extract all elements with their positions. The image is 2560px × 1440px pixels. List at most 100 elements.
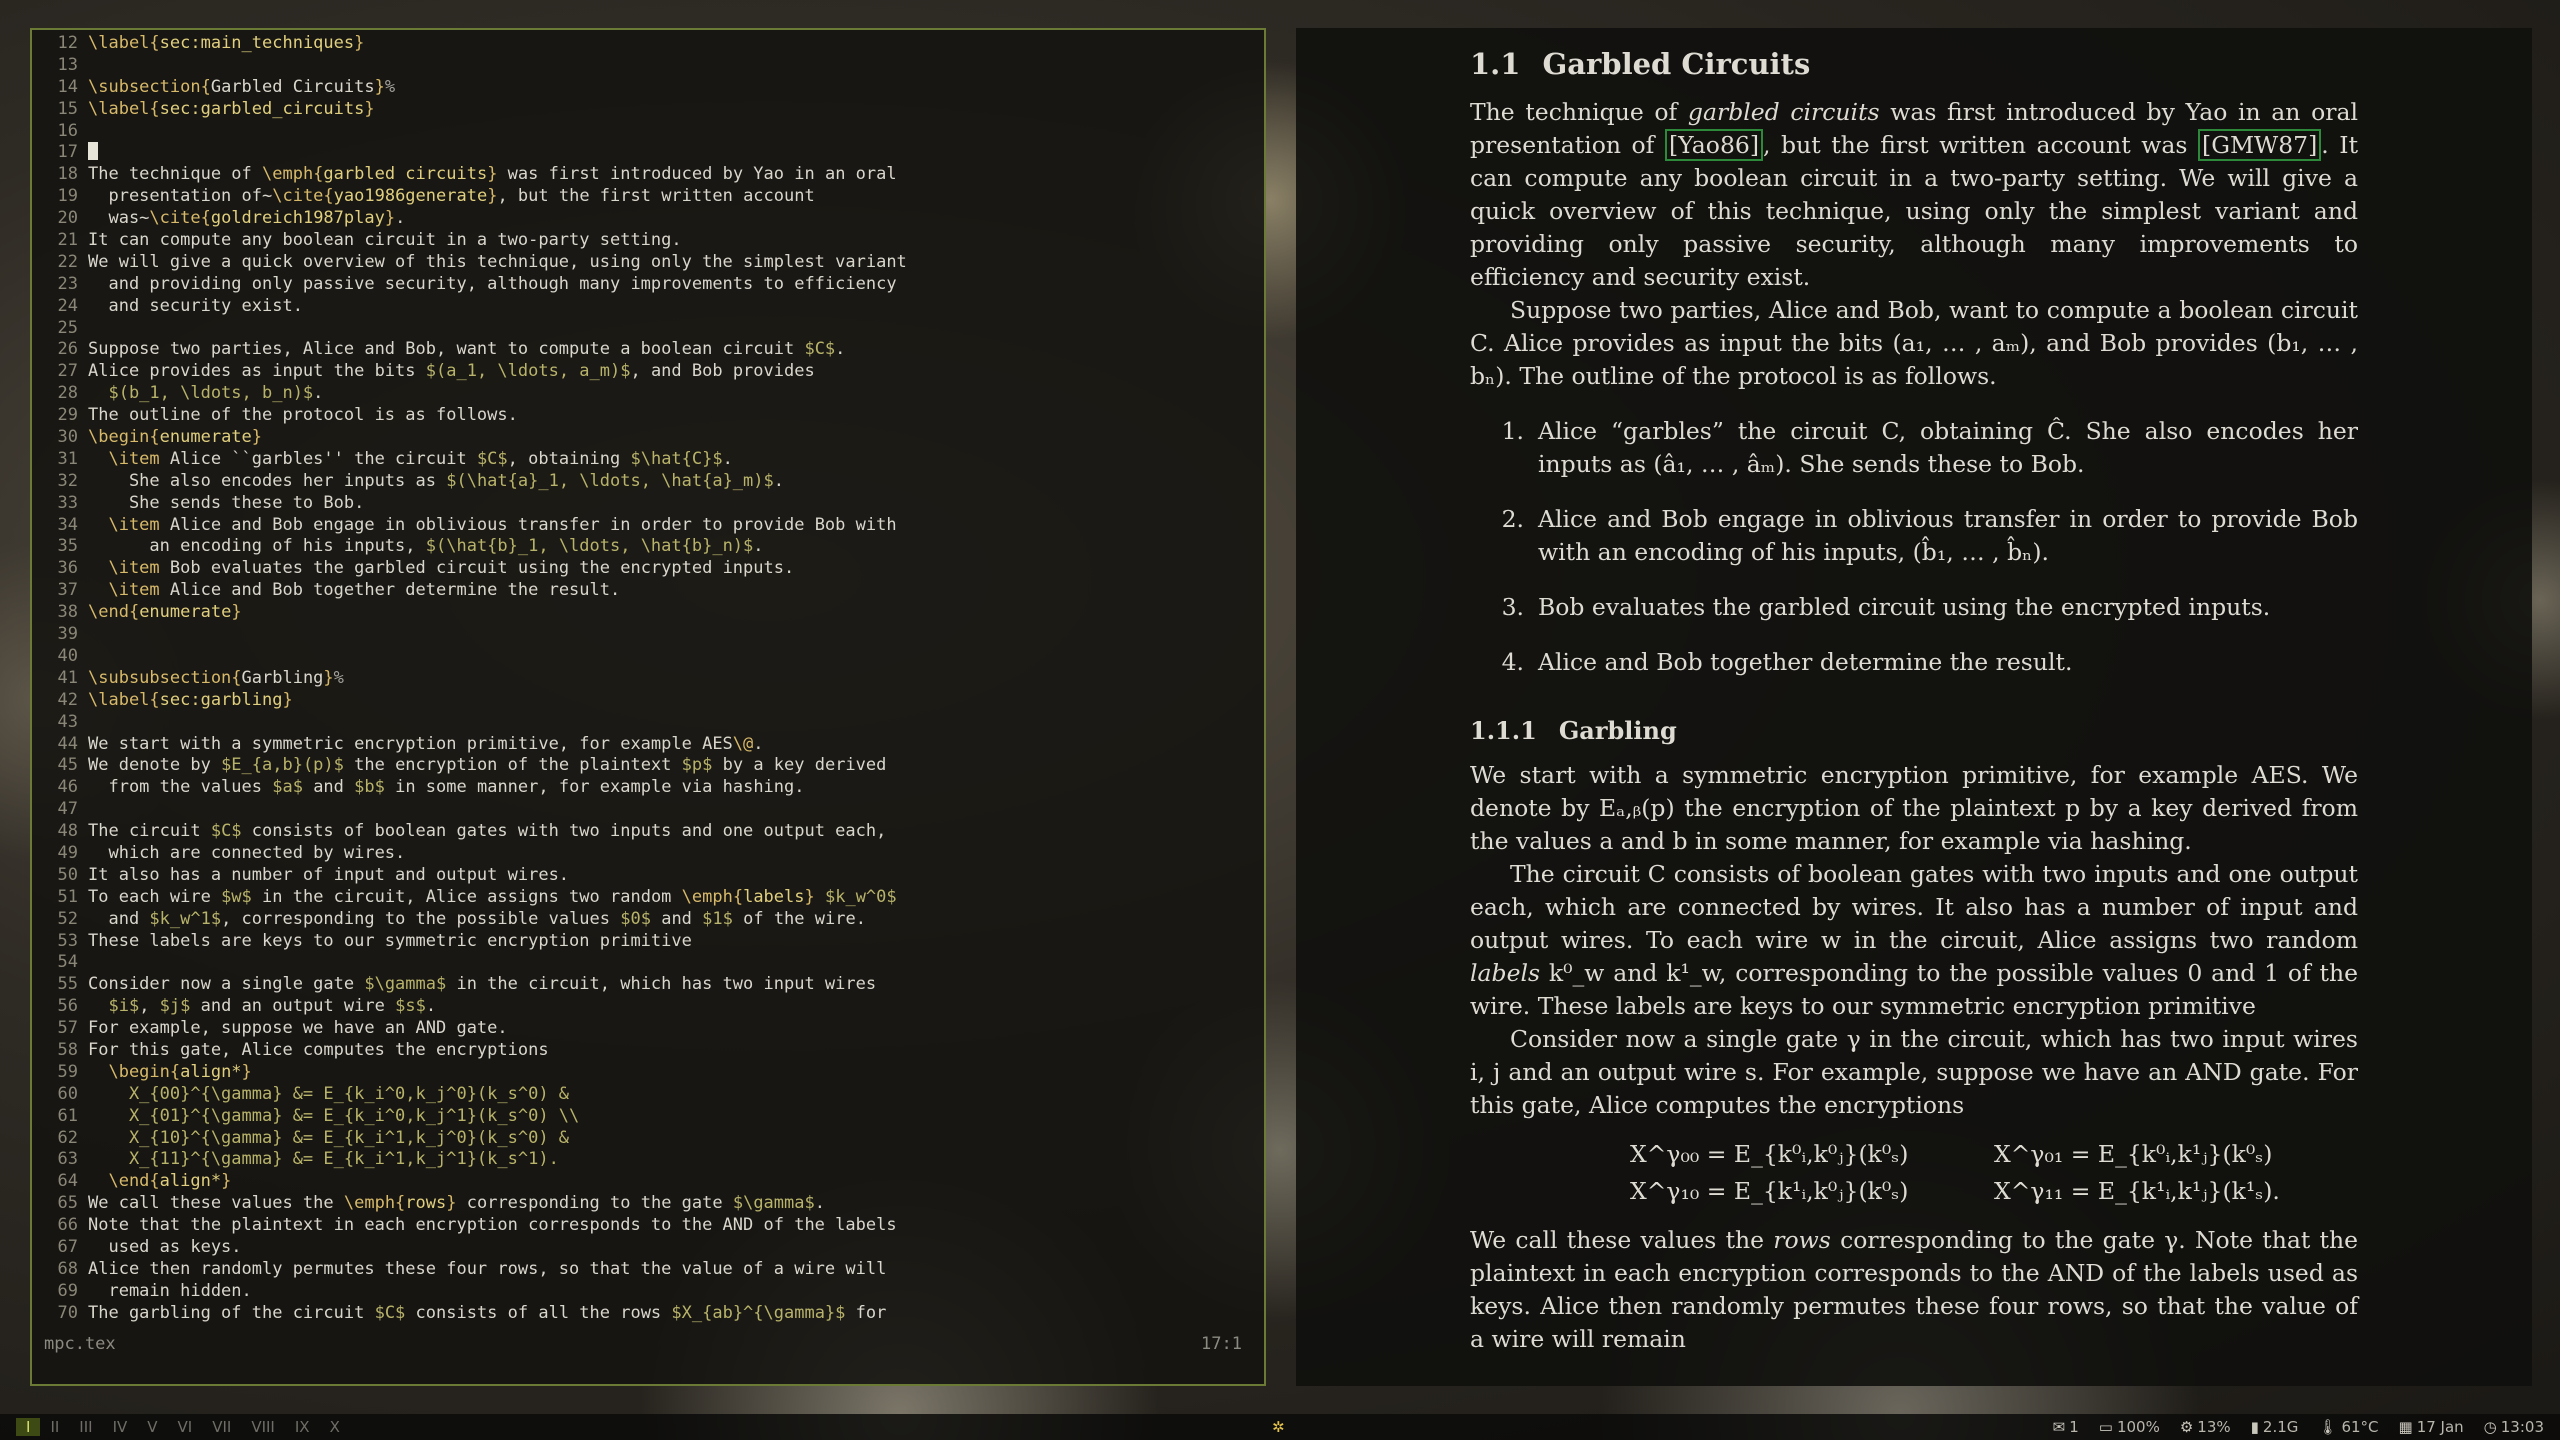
editor-line[interactable]: 44 We start with a symmetric encryption p… [42,734,1254,756]
editor-line[interactable]: 24 and security exist. [42,296,1254,318]
editor-line[interactable]: 45 We denote by $E_{a,b}(p)$ the encrypti… [42,755,1254,777]
code-token: $k_w^0$ [814,886,897,907]
editor-line[interactable]: 49 which are connected by wires. [42,843,1254,865]
editor-line[interactable]: 42 \label{sec:garbling} [42,690,1254,712]
workspace-7[interactable]: VII [202,1418,241,1436]
code-token: \subsection{ [88,76,211,97]
workspace-6[interactable]: VI [168,1418,203,1436]
editor-line[interactable]: 41 \subsubsection{Garbling}% [42,668,1254,690]
editor-text-area[interactable]: 12 \label{sec:main_techniques} 13 14 \subsec… [42,33,1254,1325]
paragraph-rows: We call these values the rows correspond… [1470,1224,2358,1356]
editor-line[interactable]: 36 \item Bob evaluates the garbled circu… [42,558,1254,580]
workspace-1[interactable]: I [16,1418,41,1436]
pdf-viewer-window[interactable]: 1.1 Garbled Circuits The technique of gar… [1296,28,2532,1386]
editor-line[interactable]: 59 \begin{align*} [42,1062,1254,1084]
editor-line[interactable]: 65 We call these values the \emph{rows} c… [42,1193,1254,1215]
editor-line[interactable]: 27 Alice provides as input the bits $(a_1… [42,361,1254,383]
editor-line[interactable]: 51 To each wire $w$ in the circuit, Alice… [42,887,1254,909]
editor-line[interactable]: 43 [42,712,1254,734]
editor-line[interactable]: 25 [42,318,1254,340]
clock-indicator[interactable]: ◷ 13:03 [2484,1418,2544,1436]
editor-line[interactable]: 30 \begin{enumerate} [42,427,1254,449]
subsection-title: Garbling [1558,716,1677,745]
mail-indicator[interactable]: ✉ 1 [2053,1418,2079,1436]
workspace-8[interactable]: VIII [241,1418,285,1436]
editor-line[interactable]: 22 We will give a quick overview of this … [42,252,1254,274]
line-number: 16 [57,120,78,141]
code-token: % [384,76,396,97]
editor-line[interactable]: 17 [42,142,1254,164]
line-number: 24 [57,295,78,316]
workspace-5[interactable]: V [137,1418,167,1436]
editor-line[interactable]: 53 These labels are keys to our symmetric… [42,931,1254,953]
code-token: } [231,602,242,623]
code-token: \@ [732,733,754,754]
code-token: from the values [88,777,273,798]
editor-line[interactable]: 56 $i$, $j$ and an output wire $s$. [42,996,1254,1018]
editor-line[interactable]: 16 [42,121,1254,143]
editor-line[interactable]: 38 \end{enumerate} [42,602,1254,624]
editor-line[interactable]: 57 For example, suppose we have an AND ga… [42,1018,1254,1040]
editor-line[interactable]: 18 The technique of \emph{garbled circuit… [42,164,1254,186]
editor-line[interactable]: 14 \subsection{Garbled Circuits}% [42,77,1254,99]
system-logo-icon[interactable]: ✲ [1272,1418,1285,1436]
editor-line[interactable]: 15 \label{sec:garbled_circuits} [42,99,1254,121]
cpu-usage: 13% [2197,1418,2231,1436]
line-number: 20 [57,208,78,229]
editor-line[interactable]: 70 The garbling of the circuit $C$ consis… [42,1303,1254,1325]
editor-line[interactable]: 50 It also has a number of input and outp… [42,865,1254,887]
editor-line[interactable]: 62 X_{10}^{\gamma} &= E_{k_i^1,k_j^0}(k_… [42,1128,1254,1150]
editor-window[interactable]: 12 \label{sec:main_techniques} 13 14 \subsec… [30,28,1266,1386]
editor-line[interactable]: 63 X_{11}^{\gamma} &= E_{k_i^1,k_j^1}(k_… [42,1149,1254,1171]
editor-line[interactable]: 66 Note that the plaintext in each encryp… [42,1215,1254,1237]
editor-line[interactable]: 47 [42,799,1254,821]
code-token: % [333,667,344,688]
editor-line[interactable]: 35 an encoding of his inputs, $(\hat{b}_… [42,536,1254,558]
equation-block: X^γ₀₀ = E_{k⁰ᵢ,k⁰ⱼ}(k⁰ₛ) X^γ₀₁ = E_{k⁰ᵢ,… [1630,1138,2358,1208]
editor-line[interactable]: 61 X_{01}^{\gamma} &= E_{k_i^0,k_j^1}(k_… [42,1106,1254,1128]
editor-line[interactable]: 55 Consider now a single gate $\gamma$ in… [42,974,1254,996]
workspace-10[interactable]: X [320,1418,350,1436]
editor-line[interactable]: 40 [42,646,1254,668]
citation-link-gmw[interactable]: [GMW87] [2198,129,2322,161]
code-token: \item [88,558,160,579]
code-token: $b$ [354,777,385,798]
editor-line[interactable]: 48 The circuit $C$ consists of boolean ga… [42,821,1254,843]
editor-line[interactable]: 68 Alice then randomly permutes these fou… [42,1259,1254,1281]
editor-line[interactable]: 39 [42,624,1254,646]
date-indicator[interactable]: ▦ 17 Jan [2399,1418,2464,1436]
editor-line[interactable]: 54 [42,952,1254,974]
editor-line[interactable]: 26 Suppose two parties, Alice and Bob, wa… [42,339,1254,361]
editor-line[interactable]: 23 and providing only passive security, … [42,274,1254,296]
editor-line[interactable]: 28 $(b_1, \ldots, b_n)$. [42,383,1254,405]
workspace-2[interactable]: II [40,1418,69,1436]
editor-line[interactable]: 64 \end{align*} [42,1171,1254,1193]
editor-line[interactable]: 52 and $k_w^1$, corresponding to the pos… [42,909,1254,931]
editor-line[interactable]: 58 For this gate, Alice computes the encr… [42,1040,1254,1062]
line-number: 67 [57,1236,78,1257]
editor-line[interactable]: 60 X_{00}^{\gamma} &= E_{k_i^0,k_j^0}(k_… [42,1084,1254,1106]
citation-link-yao[interactable]: [Yao86] [1664,129,1764,161]
memory-usage: 2.1G [2262,1418,2299,1436]
workspace-4[interactable]: IV [103,1418,138,1436]
line-number: 62 [57,1127,78,1148]
editor-line[interactable]: 13 [42,55,1254,77]
editor-line[interactable]: 12 \label{sec:main_techniques} [42,33,1254,55]
editor-line[interactable]: 29 The outline of the protocol is as foll… [42,405,1254,427]
editor-line[interactable]: 67 used as keys. [42,1237,1254,1259]
editor-line[interactable]: 37 \item Alice and Bob together determin… [42,580,1254,602]
editor-line[interactable]: 31 \item Alice ``garbles'' the circuit $… [42,449,1254,471]
editor-line[interactable]: 21 It can compute any boolean circuit in … [42,230,1254,252]
editor-line[interactable]: 33 She sends these to Bob. [42,493,1254,515]
editor-line[interactable]: 32 She also encodes her inputs as $(\hat… [42,471,1254,493]
code-token: Alice ``garbles'' the circuit [159,448,477,469]
workspace-switcher[interactable]: I II III IV V VI VII VIII IX X [16,1418,350,1436]
editor-line[interactable]: 19 presentation of~\cite{yao1986generate… [42,186,1254,208]
workspace-3[interactable]: III [69,1418,102,1436]
editor-line[interactable]: 69 remain hidden. [42,1281,1254,1303]
workspace-9[interactable]: IX [285,1418,320,1436]
editor-line[interactable]: 20 was~\cite{goldreich1987play}. [42,208,1254,230]
editor-line[interactable]: 46 from the values $a$ and $b$ in some m… [42,777,1254,799]
editor-line[interactable]: 34 \item Alice and Bob engage in oblivio… [42,515,1254,537]
temperature-value: 61°C [2341,1418,2379,1436]
